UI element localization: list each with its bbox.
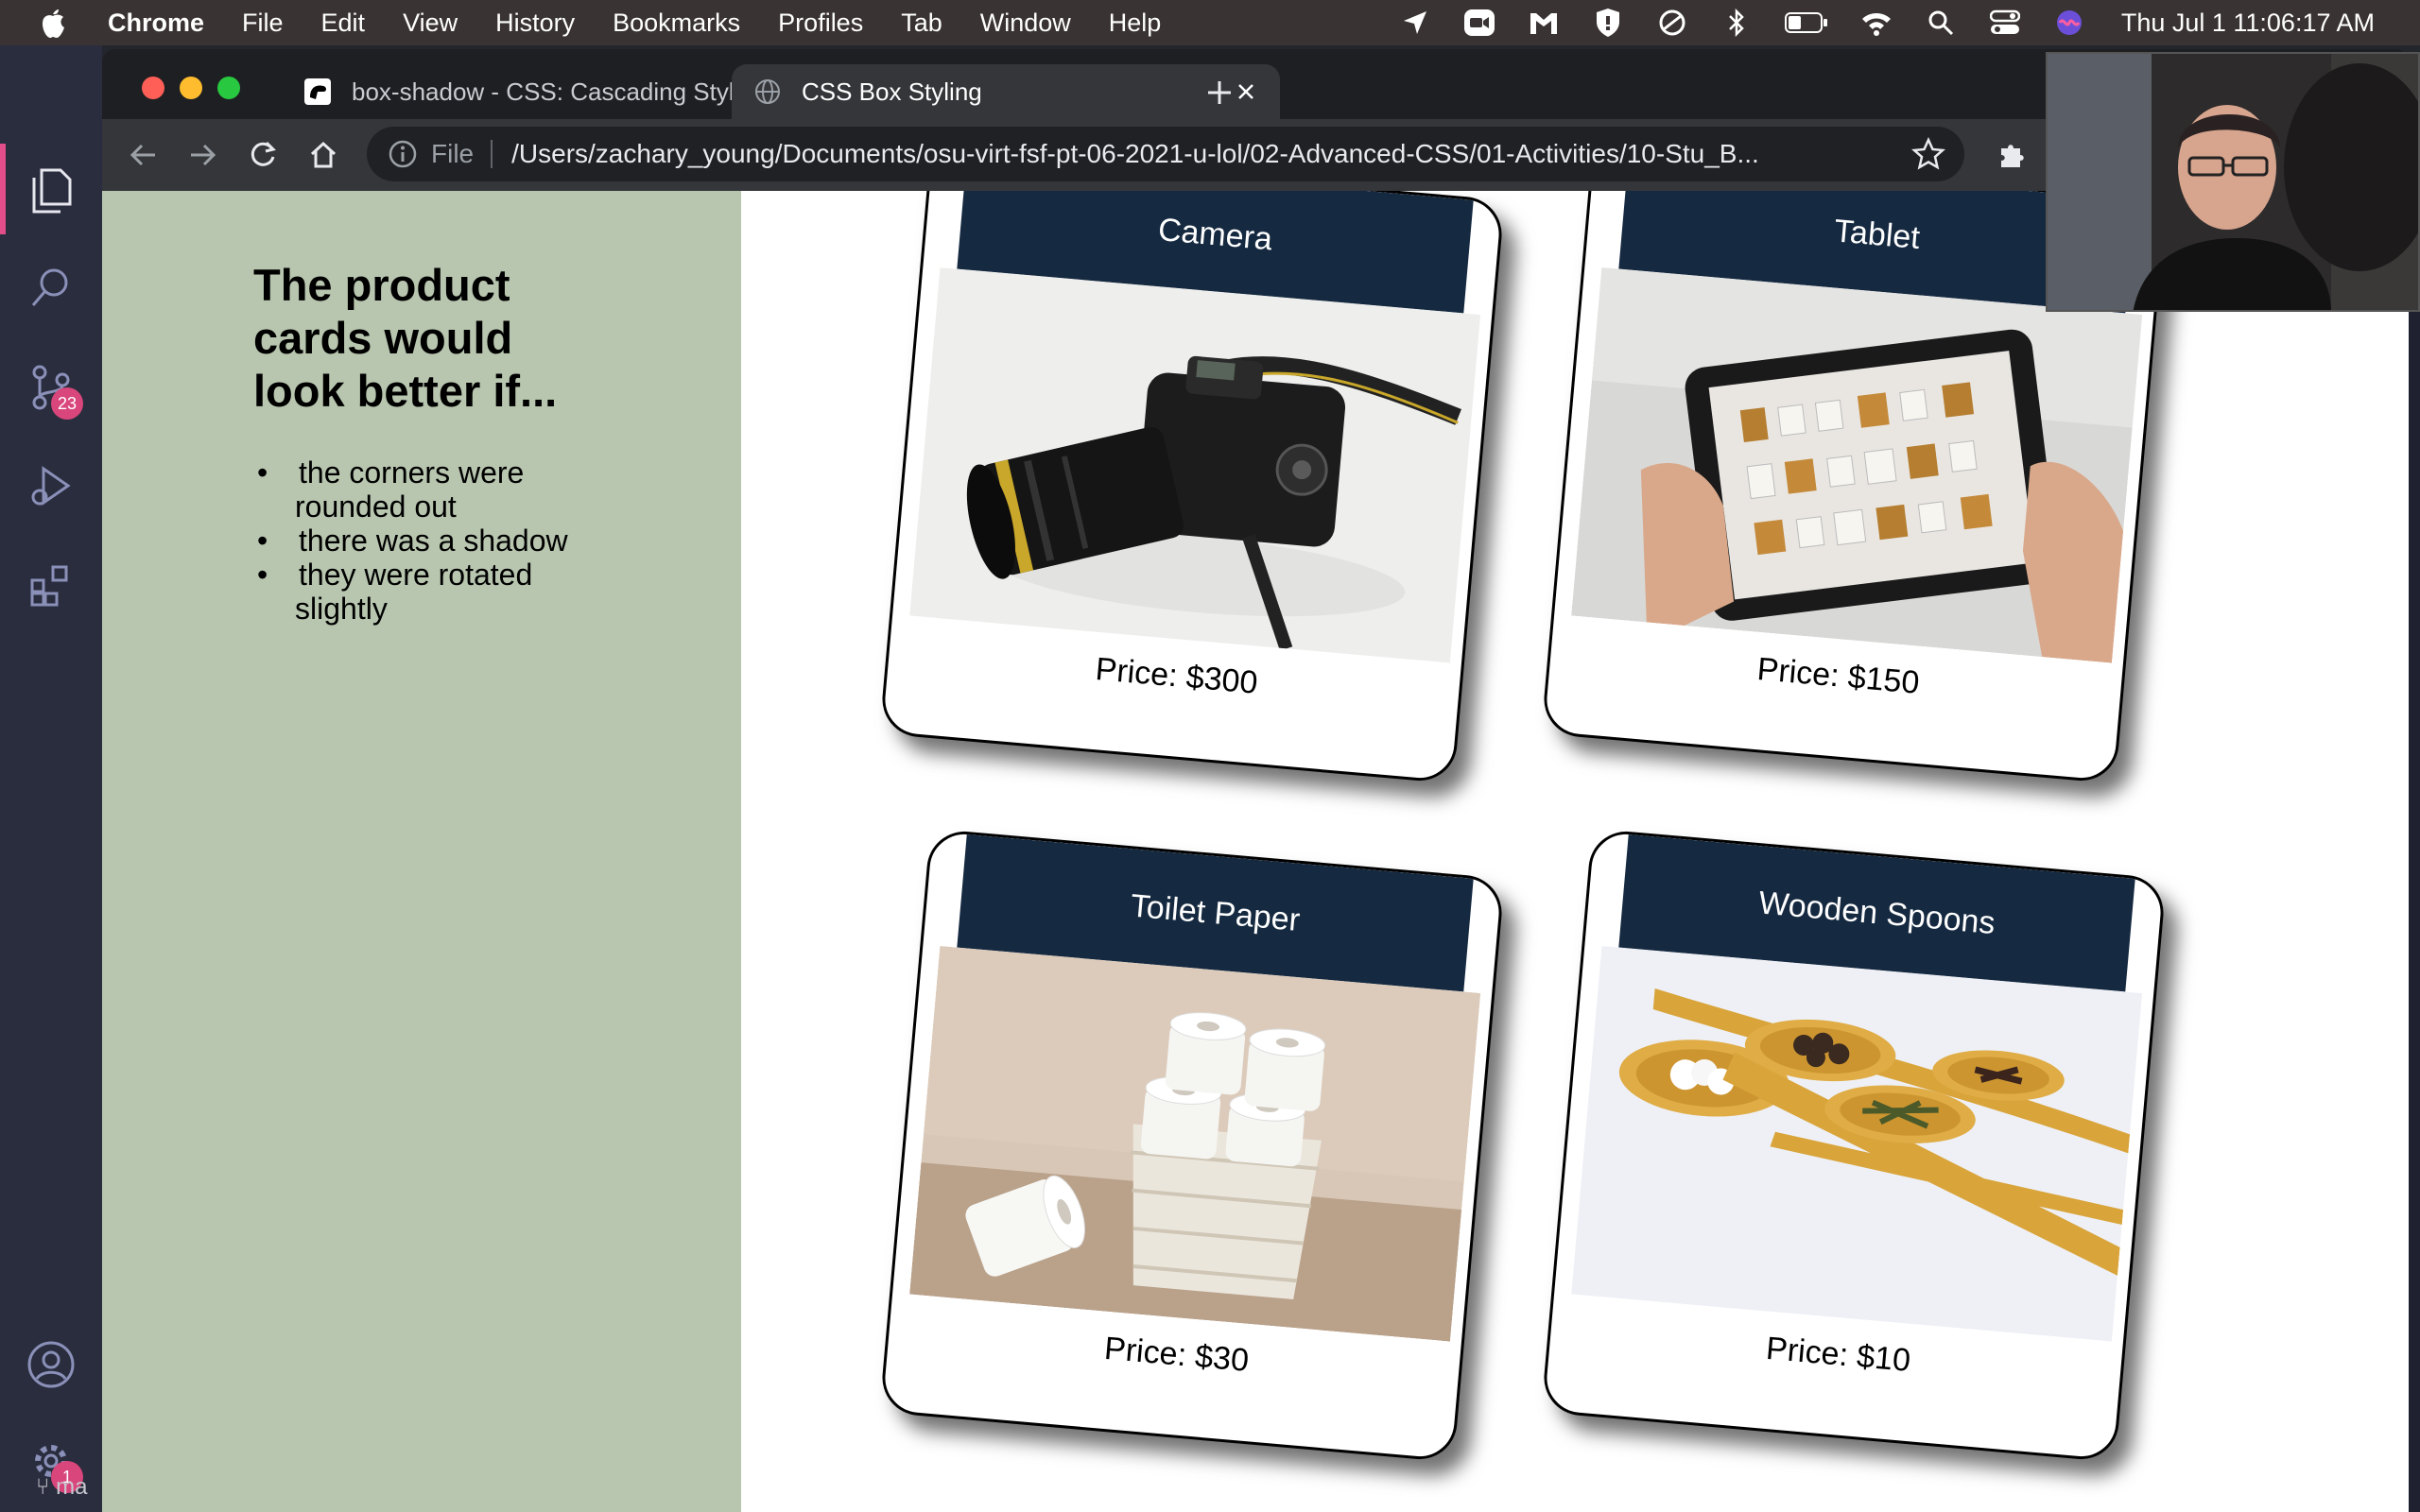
menu-clock[interactable]: Thu Jul 1 11:06:17 AM [2121,9,2375,38]
menu-window[interactable]: Window [980,9,1071,38]
wooden-spoons-photo [1571,945,2143,1342]
url-text[interactable]: /Users/zachary_young/Documents/osu-virt-… [511,139,1902,169]
menu-view[interactable]: View [403,9,458,38]
toilet-paper-photo [909,945,1481,1342]
new-tab-button[interactable] [1202,76,1236,110]
menu-file[interactable]: File [242,9,284,38]
wifi-icon[interactable] [1860,7,1893,39]
back-button[interactable] [125,136,163,174]
improvement-list: the corners were rounded out there was a… [253,455,603,626]
menu-bookmarks[interactable]: Bookmarks [613,9,740,38]
apple-icon[interactable] [40,7,66,39]
extensions-puzzle-icon[interactable] [1993,136,2031,174]
forward-button[interactable] [183,136,221,174]
tab-css-box-styling[interactable]: CSS Box Styling [732,64,1280,119]
location-icon[interactable] [1399,7,1431,39]
battery-icon[interactable] [1784,7,1828,39]
info-icon[interactable] [388,139,418,169]
tab-title: box-shadow - CSS: Cascading Style Sheets [352,77,771,106]
instructions-sidebar: The product cards would look better if..… [102,191,741,1512]
list-item: the corners were rounded out [253,455,603,524]
run-debug-icon[interactable] [25,459,78,512]
reload-button[interactable] [244,136,282,174]
bluetooth-icon[interactable] [1720,7,1753,39]
zoom-window-button[interactable] [217,77,240,99]
gmail-icon[interactable] [1528,7,1560,39]
page-viewport: The product cards would look better if..… [102,191,2409,1512]
do-not-disturb-icon[interactable] [1656,7,1688,39]
menu-help[interactable]: Help [1109,9,1162,38]
menu-history[interactable]: History [495,9,575,38]
tablet-photo [1571,266,2143,663]
vscode-activity-bar: 23 1 [0,45,102,1512]
product-card-camera: Camera Price: $300 [879,191,1505,784]
globe-icon [755,79,780,104]
address-bar[interactable]: File /Users/zachary_young/Documents/osu-… [367,127,1964,181]
home-button[interactable] [304,136,342,174]
zoom-icon[interactable] [1463,7,1495,39]
shield-icon[interactable] [1592,7,1624,39]
extensions-icon[interactable] [25,558,78,610]
spotlight-search-icon[interactable] [1925,7,1957,39]
product-card-wooden-spoons: Wooden Spoons Price: $10 [1541,828,2167,1463]
webcam-overlay [2046,52,2420,312]
minimize-window-button[interactable] [180,77,202,99]
explorer-icon[interactable] [25,164,78,217]
url-scheme: File [431,139,475,168]
tab-title: CSS Box Styling [802,77,982,106]
webcam-video-feed [2048,54,2418,310]
control-center-icon[interactable] [1989,7,2021,39]
close-window-button[interactable] [142,77,164,99]
siri-icon[interactable] [2053,7,2085,39]
close-tab-icon[interactable] [1233,78,1259,105]
menu-app-name[interactable]: Chrome [108,9,204,38]
menu-edit[interactable]: Edit [321,9,366,38]
camera-photo [909,266,1481,663]
git-branch-status[interactable]: ⑂ ma [36,1474,87,1501]
macos-menu-bar: Chrome File Edit View History Bookmarks … [0,0,2420,45]
account-icon[interactable] [25,1338,78,1391]
bookmark-star-icon[interactable] [1911,137,1945,171]
page-heading: The product cards would look better if..… [253,260,558,416]
menu-tab[interactable]: Tab [901,9,942,38]
list-item: they were rotated slightly [253,558,603,626]
search-icon[interactable] [25,261,78,314]
mdn-favicon-icon [304,78,331,105]
product-card-toilet-paper: Toilet Paper Price: $30 [879,828,1505,1463]
list-item: there was a shadow [253,524,603,558]
active-indicator [0,144,6,234]
source-control-icon[interactable]: 23 [25,361,83,420]
menu-profiles[interactable]: Profiles [778,9,863,38]
omnibox-separator [491,140,493,168]
branch-name: ma [56,1474,88,1500]
source-control-badge: 23 [51,387,83,420]
